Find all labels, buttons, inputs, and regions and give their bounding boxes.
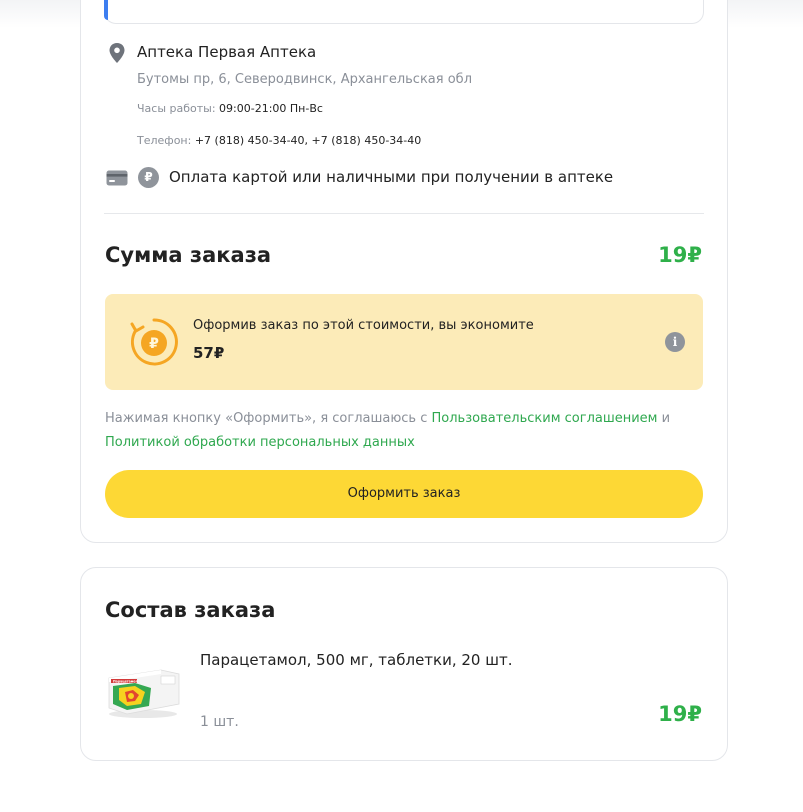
savings-text: Оформив заказ по этой стоимости, вы экон… [193, 318, 534, 333]
order-composition-title: Состав заказа [105, 598, 276, 622]
ruble-cycle-icon: ₽ [130, 318, 178, 366]
product-image[interactable]: Парацетамол [105, 664, 181, 720]
order-sum-title: Сумма заказа [105, 243, 272, 267]
package-label: Парацетамол [113, 679, 139, 683]
consent-middle: и [657, 411, 671, 426]
product-price: 19₽ [658, 702, 702, 726]
selection-accent [104, 0, 108, 20]
consent-prefix: Нажимая кнопку «Оформить», я соглашаюсь … [105, 411, 432, 426]
divider [104, 213, 704, 214]
hours-label: Часы работы: [137, 102, 216, 115]
ruble-coin-icon: ₽ [138, 167, 159, 188]
checkout-page: Аптека Первая Аптека Бутомы пр, 6, Север… [0, 0, 803, 812]
phone-label: Телефон: [137, 134, 192, 147]
map-pin-icon [109, 43, 125, 63]
privacy-policy-link[interactable]: Политикой обработки персональных данных [105, 435, 415, 450]
pharmacy-name: Аптека Первая Аптека [137, 43, 317, 61]
hours-value: 09:00-21:00 Пн-Вс [219, 102, 323, 115]
order-sum-price: 19₽ [658, 243, 702, 267]
working-hours: Часы работы: 09:00-21:00 Пн-Вс [137, 102, 323, 115]
credit-card-icon [106, 170, 128, 186]
svg-text:₽: ₽ [149, 336, 159, 352]
consent-text: Нажимая кнопку «Оформить», я соглашаюсь … [105, 407, 705, 455]
product-name[interactable]: Парацетамол, 500 мг, таблетки, 20 шт. [200, 651, 512, 669]
terms-link[interactable]: Пользовательским соглашением [432, 411, 658, 426]
payment-method-text: Оплата картой или наличными при получени… [169, 168, 614, 186]
info-icon[interactable]: i [665, 332, 685, 352]
selected-pickup-option[interactable] [104, 0, 704, 24]
savings-amount: 57₽ [193, 344, 225, 362]
place-order-button[interactable]: Оформить заказ [105, 470, 703, 518]
savings-banner: ₽ Оформив заказ по этой стоимости, вы эк… [105, 294, 703, 390]
phone-value: +7 (818) 450-34-40, +7 (818) 450-34-40 [194, 134, 422, 147]
product-quantity: 1 шт. [200, 714, 239, 730]
pharmacy-phone: Телефон: +7 (818) 450-34-40, +7 (818) 45… [137, 134, 421, 147]
pharmacy-address: Бутомы пр, 6, Северодвинск, Архангельска… [137, 72, 472, 87]
